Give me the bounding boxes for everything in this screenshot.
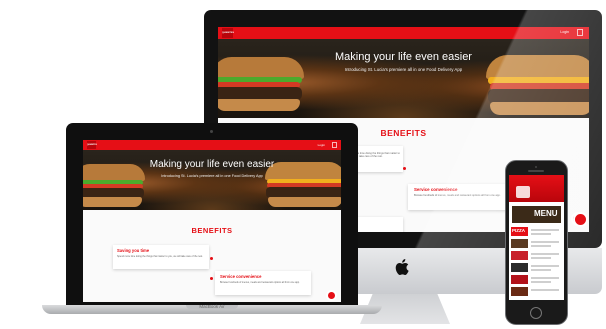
imac-hero: Making your life even easier Introducing… bbox=[218, 39, 589, 118]
imac-login-label: Login bbox=[560, 30, 569, 34]
mb-card-service-title: Service convenience bbox=[220, 274, 262, 279]
mb-timeline-dot-1 bbox=[210, 257, 213, 260]
phone-restaurant-row[interactable] bbox=[511, 263, 562, 273]
mb-logo-text: QUIKBITES bbox=[87, 144, 97, 146]
phone-restaurant-thumb bbox=[511, 251, 528, 260]
phone-restaurant-thumb bbox=[511, 263, 528, 272]
macbook-camera bbox=[210, 130, 213, 133]
phone-row-line bbox=[531, 233, 551, 235]
imac-hero-title: Making your life even easier bbox=[335, 51, 472, 63]
imac-card-service-text: Browse hundreds of menus, meals and rest… bbox=[414, 194, 501, 197]
phone-restaurant-thumb bbox=[511, 275, 528, 284]
phone-pizza-label: PIZZA bbox=[512, 228, 525, 233]
phone-row-line bbox=[531, 257, 551, 259]
phone-row-line bbox=[531, 229, 559, 231]
imac-nav-login[interactable]: Login bbox=[560, 30, 569, 34]
burger-image-left bbox=[218, 57, 304, 115]
imac-card-service-title: Service convenience bbox=[414, 187, 458, 192]
phone-row-line bbox=[531, 245, 551, 247]
phone-row-line bbox=[531, 241, 559, 243]
imac-card-service[interactable]: Service convenience Browse hundreds of m… bbox=[408, 184, 508, 210]
phone-restaurant-thumb bbox=[511, 239, 528, 248]
imac-menu-icon[interactable] bbox=[577, 29, 583, 36]
phone-chat-button[interactable] bbox=[573, 212, 588, 227]
mb-login-label: Login bbox=[317, 142, 325, 147]
mb-chat-button[interactable] bbox=[326, 290, 337, 301]
phone-row-line bbox=[531, 265, 559, 267]
phone-restaurant-row[interactable]: PIZZA bbox=[511, 227, 562, 237]
burger-image-right bbox=[486, 55, 589, 117]
phone-restaurant-thumb bbox=[511, 287, 528, 296]
iphone-home-button[interactable] bbox=[530, 307, 542, 319]
macbook-label: MacBook Air bbox=[199, 304, 225, 309]
phone-row-line bbox=[531, 277, 559, 279]
mb-card-saving-time-text: Spend more time doing the things that ma… bbox=[117, 255, 203, 258]
phone-header-tile bbox=[516, 186, 530, 198]
imac-logo-text: QUIKBITES bbox=[222, 32, 234, 34]
mb-menu-icon[interactable] bbox=[332, 142, 337, 148]
phone-restaurant-thumb: PIZZA bbox=[511, 227, 528, 236]
mb-benefits-heading: BENEFITS bbox=[191, 226, 233, 235]
phone-row-line bbox=[531, 269, 551, 271]
phone-restaurant-row[interactable] bbox=[511, 275, 562, 285]
iphone-speaker bbox=[528, 170, 544, 172]
mb-hero-subtitle: Introducing St. Lucia's premiere all in … bbox=[161, 174, 263, 178]
phone-menu-text: MENU bbox=[534, 209, 558, 218]
phone-restaurant-row[interactable] bbox=[511, 287, 562, 297]
apple-logo-icon bbox=[395, 259, 409, 275]
mb-hero-title: Making your life even easier bbox=[149, 159, 275, 170]
mb-timeline-dot-2 bbox=[210, 277, 213, 280]
phone-restaurant-row[interactable] bbox=[511, 239, 562, 249]
mb-burger-left bbox=[83, 164, 145, 210]
phone-row-line bbox=[531, 289, 559, 291]
mb-navbar: QUIKBITES Login bbox=[83, 140, 341, 150]
phone-row-line bbox=[531, 253, 559, 255]
imac-navbar: QUIKBITES Login bbox=[218, 27, 589, 39]
imac-logo[interactable]: QUIKBITES bbox=[222, 28, 234, 38]
macbook-screen: QUIKBITES Login Making your life even ea… bbox=[83, 140, 341, 302]
mb-hero: Making your life even easier Introducing… bbox=[83, 150, 341, 210]
mb-card-service[interactable]: Service convenience Browse hundreds of m… bbox=[215, 271, 311, 295]
mb-card-saving-time-title: Saving you time bbox=[117, 248, 150, 253]
phone-row-line bbox=[531, 281, 551, 283]
iphone-screen: MENU PIZZA bbox=[509, 175, 564, 300]
mb-logo[interactable]: QUIKBITES bbox=[87, 141, 97, 149]
imac-hero-subtitle: Introducing St. Lucia's premiere all in … bbox=[344, 67, 463, 72]
imac-timeline-dot bbox=[403, 167, 406, 170]
iphone-camera bbox=[535, 166, 537, 168]
mb-card-saving-time[interactable]: Saving you time Spend more time doing th… bbox=[113, 245, 209, 269]
mb-card-service-text: Browse hundreds of menus, meals and rest… bbox=[220, 281, 300, 284]
phone-restaurant-row[interactable] bbox=[511, 251, 562, 261]
mb-nav-login[interactable]: Login bbox=[318, 143, 325, 147]
phone-menu-banner: MENU bbox=[512, 206, 561, 223]
